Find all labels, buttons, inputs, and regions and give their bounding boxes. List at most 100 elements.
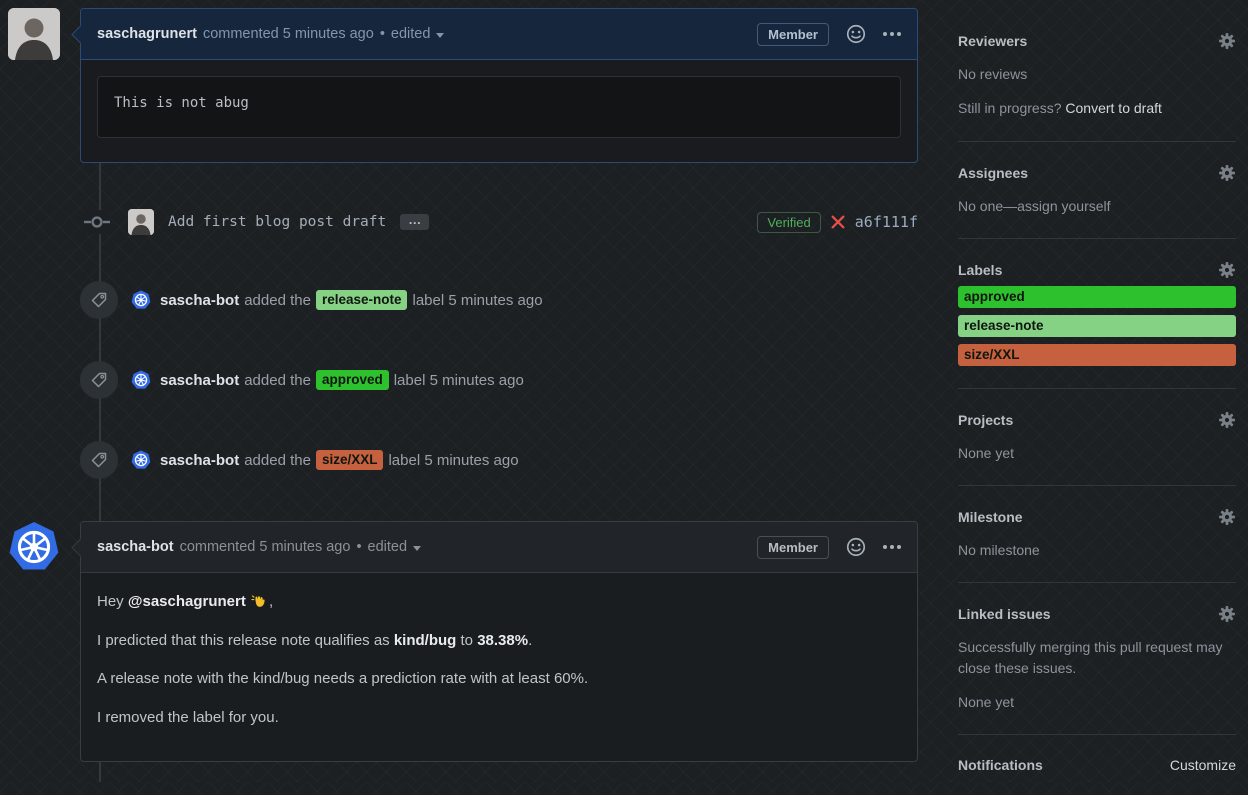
comment-saschagrunert: saschagrunert commented 5 minutes ago • …	[8, 8, 918, 163]
comment-header-actions: Member	[757, 22, 901, 46]
customize-link[interactable]: Customize	[1170, 757, 1236, 773]
sidebar-label-approved[interactable]: approved	[958, 285, 1236, 308]
edited-dropdown[interactable]: edited	[391, 26, 445, 42]
milestone-settings-button[interactable]	[1218, 508, 1236, 526]
event-actor-link[interactable]: sascha-bot	[160, 452, 239, 469]
sidebar-section-projects: Projects None yet	[958, 411, 1236, 487]
tag-icon	[91, 292, 107, 308]
kubernetes-bot-avatar[interactable]	[131, 370, 151, 390]
commit-author-avatar[interactable]	[128, 209, 154, 235]
comment-card: saschagrunert commented 5 minutes ago • …	[71, 8, 918, 163]
sidebar-label-size-xxl[interactable]: size/XXL	[958, 343, 1236, 366]
projects-settings-button[interactable]	[1218, 411, 1236, 429]
reviewers-settings-button[interactable]	[1218, 32, 1236, 50]
reviewers-hint: Still in progress? Convert to draft	[958, 100, 1162, 117]
paragraph-requirement: A release note with the kind/bug needs a…	[97, 670, 589, 687]
labels-settings-button[interactable]	[1218, 261, 1236, 279]
convert-to-draft-link[interactable]: Convert to draft	[1065, 100, 1162, 116]
chevron-down-icon	[436, 32, 445, 38]
edited-label: edited	[367, 539, 408, 555]
wave-emoji	[251, 595, 265, 607]
sidebar-label-release-note[interactable]: release-note	[958, 314, 1236, 337]
edited-dropdown[interactable]: edited	[368, 539, 422, 555]
mention-link[interactable]: @saschagrunert	[128, 593, 246, 610]
comment-header: sascha-bot commented 5 minutes ago • edi…	[71, 522, 917, 573]
comment-author-link[interactable]: sascha-bot	[97, 539, 174, 555]
section-title: Labels	[958, 261, 1003, 278]
chevron-down-icon	[413, 545, 422, 551]
comment-caret	[71, 538, 90, 557]
comment-options-button[interactable]	[883, 32, 901, 36]
event-suffix: label 5 minutes ago	[388, 451, 519, 469]
meta-dot: •	[356, 539, 362, 555]
meta-dot: •	[379, 26, 385, 42]
linked-issues-empty-text: None yet	[958, 694, 1015, 711]
assignees-empty-text: No one—assign yourself	[958, 197, 1111, 214]
commit-icon	[84, 210, 110, 234]
commit-message-link[interactable]: Add first blog post draft	[168, 214, 386, 230]
label-event-row: sascha-bot added the size/XXL label 5 mi…	[80, 441, 918, 479]
assignees-settings-button[interactable]	[1218, 164, 1236, 182]
event-action: added the	[244, 291, 311, 309]
comment-options-button[interactable]	[883, 545, 901, 549]
event-text: sascha-bot added the size/XXL label 5 mi…	[160, 450, 519, 470]
label-chip[interactable]: approved	[315, 370, 389, 390]
comment-meta: commented 5 minutes ago	[202, 26, 374, 42]
user-photo	[8, 8, 60, 60]
member-badge: Member	[757, 535, 829, 559]
tag-icon	[91, 452, 107, 468]
event-actor-link[interactable]: sascha-bot	[160, 372, 239, 389]
event-text: sascha-bot added the approved label 5 mi…	[160, 370, 524, 390]
event-suffix: label 5 minutes ago	[393, 371, 524, 389]
paragraph-greeting: Hey @saschagrunert ,	[97, 593, 274, 610]
linked-issues-description: Successfully merging this pull request m…	[958, 639, 1223, 676]
section-title: Assignees	[958, 164, 1029, 181]
smiley-icon	[846, 24, 866, 44]
event-text: sascha-bot added the release-note label …	[160, 290, 543, 310]
comment-body: Hey @saschagrunert , I predicted that th…	[81, 573, 917, 761]
comment-sascha-bot: sascha-bot commented 5 minutes ago • edi…	[8, 521, 918, 762]
gear-icon	[1219, 33, 1235, 49]
avatar[interactable]	[8, 8, 60, 60]
event-actor-link[interactable]: sascha-bot	[160, 292, 239, 309]
sidebar-section-reviewers: Reviewers No reviews Still in progress? …	[958, 32, 1236, 142]
milestone-empty-text: No milestone	[958, 542, 1040, 559]
commit-hash-link[interactable]: a6f111f	[855, 213, 918, 231]
comment-body: This is not abug	[81, 60, 917, 162]
comment-meta: commented 5 minutes ago	[179, 539, 351, 555]
comment-header-actions: Member	[757, 535, 901, 559]
code-block: This is not abug	[97, 76, 901, 138]
event-badge	[80, 361, 118, 399]
edited-label: edited	[390, 26, 431, 42]
linked-issues-settings-button[interactable]	[1218, 605, 1236, 623]
comment-card: sascha-bot commented 5 minutes ago • edi…	[71, 521, 918, 762]
gear-icon	[1219, 606, 1235, 623]
sidebar-section-linked-issues: Linked issues Successfully merging this …	[958, 605, 1236, 736]
sidebar-section-labels: Labels approved release-note size/XXL	[958, 261, 1236, 389]
section-title: Linked issues	[958, 606, 1051, 623]
add-reaction-button[interactable]	[845, 23, 867, 45]
status-failed-x-icon[interactable]	[830, 214, 846, 230]
sidebar-section-notifications: Notifications Customize	[958, 757, 1236, 795]
sidebar-section-milestone: Milestone No milestone	[958, 508, 1236, 584]
user-photo	[128, 209, 154, 235]
event-suffix: label 5 minutes ago	[412, 291, 543, 309]
verified-badge[interactable]: Verified	[757, 211, 821, 233]
event-action: added the	[244, 371, 311, 389]
comment-header: saschagrunert commented 5 minutes ago • …	[71, 9, 917, 60]
comment-caret	[71, 25, 90, 44]
commit-status-group: Verified a6f111f	[757, 211, 918, 233]
section-title: Milestone	[958, 509, 1023, 526]
comment-author-link[interactable]: saschagrunert	[97, 26, 197, 42]
label-chip[interactable]: size/XXL	[315, 450, 384, 470]
commit-expand-button[interactable]: …	[400, 213, 430, 230]
add-reaction-button[interactable]	[845, 536, 867, 558]
event-badge	[80, 281, 118, 319]
gear-icon	[1219, 164, 1235, 181]
label-chip[interactable]: release-note	[315, 290, 408, 310]
kubernetes-bot-avatar[interactable]	[131, 290, 151, 310]
kebab-icon	[883, 545, 901, 549]
bot-avatar[interactable]	[8, 521, 60, 573]
kubernetes-bot-avatar[interactable]	[131, 450, 151, 470]
kubernetes-logo	[9, 522, 59, 570]
